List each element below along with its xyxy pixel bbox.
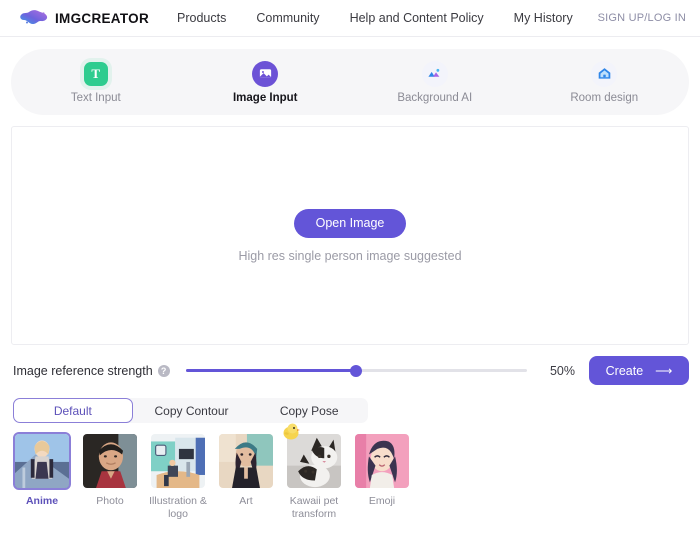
create-button-label: Create: [605, 363, 644, 378]
sign-up-log-in-link[interactable]: SIGN UP/LOG IN: [598, 12, 686, 24]
style-thumb-frame-emoji: [353, 432, 411, 490]
tab-background-ai[interactable]: Background AI: [350, 60, 520, 104]
style-item-illustration-logo[interactable]: Illustration & logo: [149, 432, 207, 521]
brand-name: IMGCREATOR: [55, 10, 149, 26]
strength-value: 50%: [549, 363, 575, 378]
style-label-anime: Anime: [25, 495, 59, 507]
nav-item-products[interactable]: Products: [177, 11, 226, 25]
strength-row: Image reference strength ? 50% Create ⟶: [0, 345, 700, 385]
style-item-photo[interactable]: Photo: [81, 432, 139, 508]
style-thumbnail-kawaii-pet: [287, 434, 341, 488]
arrow-right-icon: ⟶: [655, 363, 673, 378]
brand[interactable]: IMGCREATOR: [18, 8, 149, 28]
style-label-photo: Photo: [96, 495, 124, 507]
nav-item-my-history[interactable]: My History: [514, 11, 573, 25]
style-thumbnail-emoji: [355, 434, 409, 488]
tab-room-design[interactable]: Room design: [520, 60, 690, 104]
strength-label: Image reference strength: [13, 363, 153, 378]
strength-label-group: Image reference strength ?: [13, 364, 170, 378]
text-input-icon: T: [83, 61, 109, 87]
style-thumbnail-anime: [15, 434, 69, 488]
dropzone-container: Open Image High res single person image …: [0, 115, 700, 345]
chick-badge-icon: [280, 421, 302, 441]
style-thumb-frame-anime: [13, 432, 71, 490]
image-input-icon: [252, 60, 279, 87]
style-item-anime[interactable]: Anime: [13, 432, 71, 508]
mode-tabs-container: T Text Input Image Input Background AI R…: [0, 37, 700, 115]
style-thumbnail-art: [219, 434, 273, 488]
copy-mode-default[interactable]: Default: [13, 398, 133, 423]
tab-text-input[interactable]: T Text Input: [11, 61, 181, 104]
tab-label-text-input: Text Input: [70, 91, 121, 104]
style-label-kawaii-pet-transform: Kawaii pet transform: [289, 495, 339, 520]
style-item-kawaii-pet-transform[interactable]: Kawaii pet transform: [283, 423, 343, 521]
style-thumb-frame-art: [217, 432, 275, 490]
style-thumb-frame-photo: [81, 432, 139, 490]
open-image-button[interactable]: Open Image: [293, 208, 407, 238]
style-label-art: Art: [239, 495, 253, 507]
nav-item-help-and-content-policy[interactable]: Help and Content Policy: [350, 11, 484, 25]
copy-mode-segmented-control: Default Copy Contour Copy Pose: [13, 398, 368, 423]
help-circle-icon[interactable]: ?: [157, 364, 170, 377]
main-nav: Products Community Help and Content Poli…: [177, 11, 573, 25]
strength-slider[interactable]: [185, 363, 527, 379]
style-label-illustration-logo: Illustration & logo: [149, 495, 207, 520]
tab-image-input[interactable]: Image Input: [181, 60, 351, 104]
style-label-emoji: Emoji: [368, 495, 396, 507]
room-design-icon: [591, 60, 618, 87]
tab-label-image-input: Image Input: [232, 91, 298, 104]
style-item-emoji[interactable]: Emoji: [353, 432, 411, 508]
style-list: Anime Photo Illustration & logo Art Kawa…: [0, 423, 700, 521]
style-thumbnail-photo: [83, 434, 137, 488]
slider-fill: [185, 369, 357, 372]
tab-label-room-design: Room design: [570, 91, 639, 104]
create-button[interactable]: Create ⟶: [589, 356, 689, 385]
style-thumb-frame-illustration: [149, 432, 207, 490]
app-header: IMGCREATOR Products Community Help and C…: [0, 0, 700, 37]
image-dropzone[interactable]: Open Image High res single person image …: [11, 126, 689, 345]
background-ai-icon: [421, 60, 448, 87]
copy-mode-copy-pose[interactable]: Copy Pose: [250, 398, 368, 423]
copy-mode-copy-contour[interactable]: Copy Contour: [133, 398, 251, 423]
blob-logo-icon: [18, 8, 48, 28]
slider-thumb[interactable]: [350, 364, 363, 377]
copy-mode-container: Default Copy Contour Copy Pose: [0, 385, 700, 423]
style-item-art[interactable]: Art: [217, 432, 275, 508]
tab-label-background-ai: Background AI: [397, 91, 473, 104]
mode-tabs: T Text Input Image Input Background AI R…: [11, 49, 689, 115]
dropzone-hint: High res single person image suggested: [238, 248, 462, 263]
style-thumbnail-illustration: [151, 434, 205, 488]
nav-item-community[interactable]: Community: [256, 11, 319, 25]
